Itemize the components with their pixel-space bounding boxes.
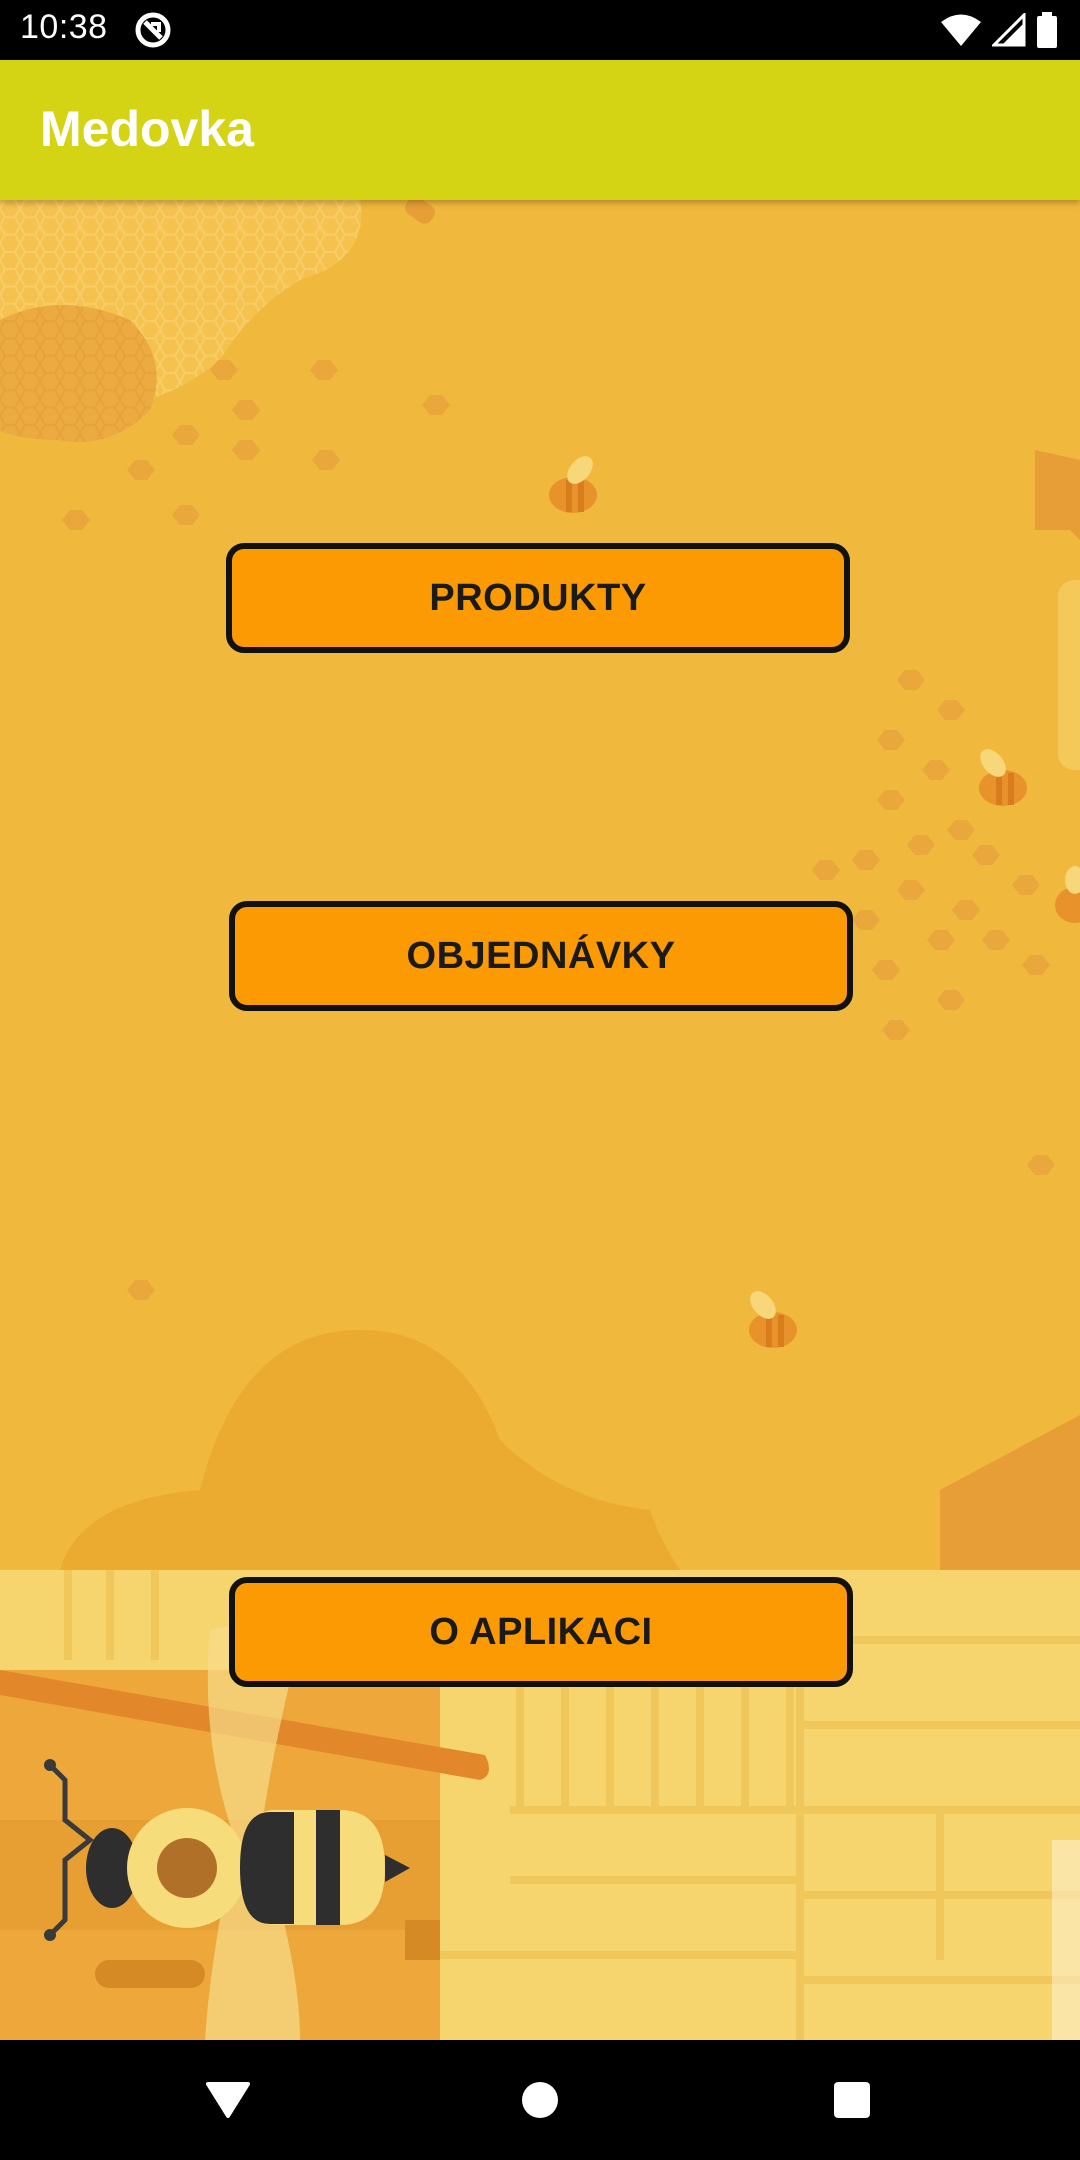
battery-icon	[1037, 12, 1057, 48]
app-notification-icon	[135, 12, 171, 48]
o-aplikaci-button-label: O APLIKACI	[429, 1610, 653, 1653]
recents-icon	[834, 2082, 870, 2118]
objednavky-button-label: OBJEDNÁVKY	[406, 934, 676, 977]
main-content: PRODUKTY OBJEDNÁVKY O APLIKACI	[0, 200, 1080, 2040]
status-time: 10:38	[20, 8, 108, 46]
home-icon	[522, 2082, 558, 2118]
produkty-button-label: PRODUKTY	[429, 576, 647, 619]
nav-home-button[interactable]	[460, 2040, 620, 2160]
app-title: Medovka	[40, 101, 254, 157]
produkty-button[interactable]: PRODUKTY	[226, 543, 850, 653]
navigation-bar	[0, 2040, 1080, 2160]
app-bar: Medovka	[0, 60, 1080, 200]
nav-back-button[interactable]	[148, 2040, 308, 2160]
objednavky-button[interactable]: OBJEDNÁVKY	[229, 901, 853, 1011]
honey-background-illustration	[0, 200, 1080, 2040]
nav-recents-button[interactable]	[772, 2040, 932, 2160]
status-icons	[940, 10, 1058, 50]
status-bar: 10:38	[0, 0, 1080, 60]
wifi-icon	[941, 14, 981, 46]
signal-icon	[992, 13, 1026, 47]
back-icon	[206, 2082, 250, 2118]
o-aplikaci-button[interactable]: O APLIKACI	[229, 1577, 853, 1687]
